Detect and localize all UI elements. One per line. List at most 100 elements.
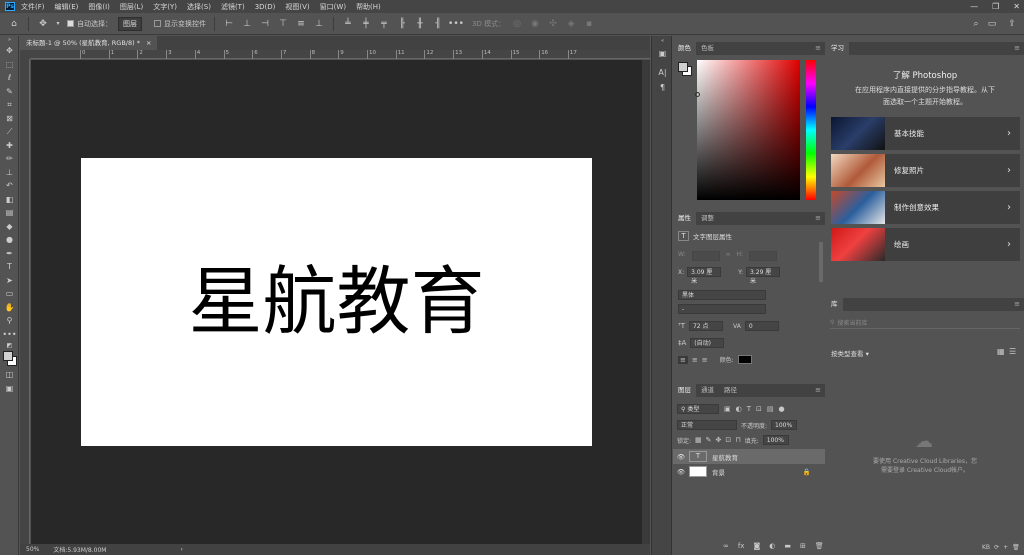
learn-card-fix-photo[interactable]: 修复照片 › [831, 154, 1020, 187]
font-size-field[interactable]: 72 点 [688, 321, 723, 331]
tab-channels[interactable]: 通道 [696, 384, 719, 397]
link-layers-icon[interactable]: ∞ [723, 542, 729, 550]
panel-menu-icon[interactable]: ≡ [1014, 300, 1020, 308]
tab-layers[interactable]: 图层 [673, 384, 696, 397]
layer-filter-select[interactable]: ⚲ 类型 [677, 404, 719, 414]
hue-slider[interactable] [806, 60, 816, 200]
align-hcenter-icon[interactable]: ⊥ [241, 18, 253, 30]
tab-swatches[interactable]: 色板 [696, 42, 719, 55]
filter-shape-icon[interactable]: ⊡ [756, 405, 762, 413]
learn-card-creative-effects[interactable]: 制作创意效果 › [831, 191, 1020, 224]
character-icon[interactable]: A| [652, 65, 673, 80]
move-tool-icon[interactable]: ✥ [37, 18, 49, 30]
foreground-color-swatch[interactable] [3, 351, 13, 361]
lock-artboard-icon[interactable]: ⊡ [725, 436, 731, 444]
brush-tool-icon[interactable]: ✏ [0, 152, 19, 166]
chevron-down-icon[interactable]: ▾ [55, 18, 61, 30]
search-icon[interactable]: ⌕ [970, 18, 982, 30]
x-field[interactable]: 3.09 厘米 [687, 267, 722, 285]
menu-layer[interactable]: 图层(L) [120, 2, 143, 12]
distribute-left-icon[interactable]: ╟ [396, 18, 408, 30]
distribute-right-icon[interactable]: ╢ [432, 18, 444, 30]
eye-icon[interactable]: 👁 [673, 453, 689, 461]
history-brush-tool-icon[interactable]: ↶ [0, 179, 19, 193]
tab-paths[interactable]: 路径 [719, 384, 742, 397]
tab-color[interactable]: 颜色 [673, 42, 696, 55]
library-search[interactable]: ⚲ 搜索当前库 [830, 317, 1020, 329]
filter-pixel-icon[interactable]: ▣ [724, 405, 731, 413]
align-center-text-icon[interactable]: ≡ [692, 356, 698, 364]
properties-scrollbar[interactable] [819, 242, 823, 282]
dodge-tool-icon[interactable]: ● [0, 233, 19, 247]
layer-name[interactable]: 背景 [712, 467, 725, 477]
status-menu-icon[interactable]: › [180, 546, 182, 553]
quick-select-tool-icon[interactable]: ✎ [0, 85, 19, 99]
panel-menu-icon[interactable]: ≡ [1014, 44, 1020, 52]
distribute-top-icon[interactable]: ╧ [342, 18, 354, 30]
gradient-tool-icon[interactable]: ▤ [0, 206, 19, 220]
tab-properties[interactable]: 属性 [673, 212, 696, 225]
font-style-select[interactable]: - [678, 304, 766, 314]
show-transform-checkbox[interactable]: 显示变换控件 [154, 19, 206, 29]
filter-smart-icon[interactable]: ▤ [767, 405, 774, 413]
adjustment-layer-icon[interactable]: ◐ [769, 542, 775, 550]
align-right-icon[interactable]: ⊣ [259, 18, 271, 30]
canvas-text-layer[interactable]: 星航教育 [189, 265, 485, 339]
eye-icon[interactable]: 👁 [673, 468, 689, 476]
edit-toolbar-icon[interactable]: ••• [0, 328, 19, 342]
distribute-vcenter-icon[interactable]: ╪ [360, 18, 372, 30]
color-field[interactable] [695, 60, 800, 200]
menu-image[interactable]: 图像(I) [88, 2, 110, 12]
text-color-swatch[interactable] [737, 355, 752, 364]
opacity-field[interactable]: 100% [771, 420, 798, 430]
eyedropper-tool-icon[interactable]: ⟋ [0, 125, 19, 139]
eraser-tool-icon[interactable]: ◧ [0, 193, 19, 207]
move-tool-icon[interactable]: ✥ [0, 44, 19, 58]
marquee-tool-icon[interactable]: ⬚ [0, 58, 19, 72]
distribute-bottom-icon[interactable]: ╤ [378, 18, 390, 30]
clone-stamp-tool-icon[interactable]: ⊥ [0, 166, 19, 180]
minimize-button[interactable]: — [970, 2, 978, 11]
align-bottom-icon[interactable]: ⊥ [313, 18, 325, 30]
color-swatches[interactable] [0, 350, 19, 368]
menu-window[interactable]: 窗口(W) [320, 2, 346, 12]
healing-brush-tool-icon[interactable]: ✚ [0, 139, 19, 153]
hand-tool-icon[interactable]: ✋ [0, 301, 19, 315]
layer-row[interactable]: 👁 背景 🔒 [673, 464, 825, 479]
document-tab[interactable]: 未标题-1 @ 50% (星航教育, RGB/8) * × [20, 36, 158, 50]
add-mask-icon[interactable]: ◙ [753, 542, 760, 550]
lock-position-icon[interactable]: ✥ [716, 436, 722, 444]
sync-icon[interactable]: ⟳ [994, 544, 999, 551]
tab-adjustments[interactable]: 调整 [696, 212, 719, 225]
collapse-icon[interactable]: « [652, 36, 673, 46]
y-field[interactable]: 3.29 厘米 [746, 267, 781, 285]
history-icon[interactable]: ▣ [652, 46, 673, 61]
blur-tool-icon[interactable]: ◆ [0, 220, 19, 234]
distribute-hcenter-icon[interactable]: ╫ [414, 18, 426, 30]
layer-row[interactable]: 👁 T 星航教育 [673, 449, 825, 464]
fx-icon[interactable]: fx [738, 542, 745, 550]
align-right-text-icon[interactable]: ≡ [702, 356, 708, 364]
new-group-icon[interactable]: ▬ [784, 542, 791, 550]
lock-all-icon[interactable]: ⊓ [735, 436, 740, 444]
lasso-tool-icon[interactable]: ℓ [0, 71, 19, 85]
rectangle-tool-icon[interactable]: ▭ [0, 287, 19, 301]
delete-layer-icon[interactable]: 🗑 [815, 542, 824, 550]
delete-icon[interactable]: 🗑 [1012, 544, 1020, 551]
lock-pixels-icon[interactable]: ✎ [706, 436, 712, 444]
filter-type-icon[interactable]: T [747, 405, 751, 413]
menu-edit[interactable]: 编辑(E) [55, 2, 79, 12]
share-icon[interactable]: ⇪ [1006, 18, 1018, 30]
align-top-icon[interactable]: ⊤ [277, 18, 289, 30]
tab-libraries[interactable]: 库 [826, 298, 843, 311]
filter-toggle-icon[interactable]: ● [779, 405, 785, 413]
quick-mask-icon[interactable]: ◫ [0, 368, 19, 382]
tab-learn[interactable]: 学习 [826, 42, 849, 55]
layer-name[interactable]: 星航教育 [712, 452, 738, 462]
leading-field[interactable]: (自动) [690, 338, 725, 348]
maximize-button[interactable]: ❐ [992, 2, 999, 11]
align-vcenter-icon[interactable]: ≡ [295, 18, 307, 30]
filter-adjust-icon[interactable]: ◐ [736, 405, 742, 413]
grid-view-icon[interactable]: ▦ [997, 347, 1005, 356]
align-left-icon[interactable]: ⊢ [223, 18, 235, 30]
